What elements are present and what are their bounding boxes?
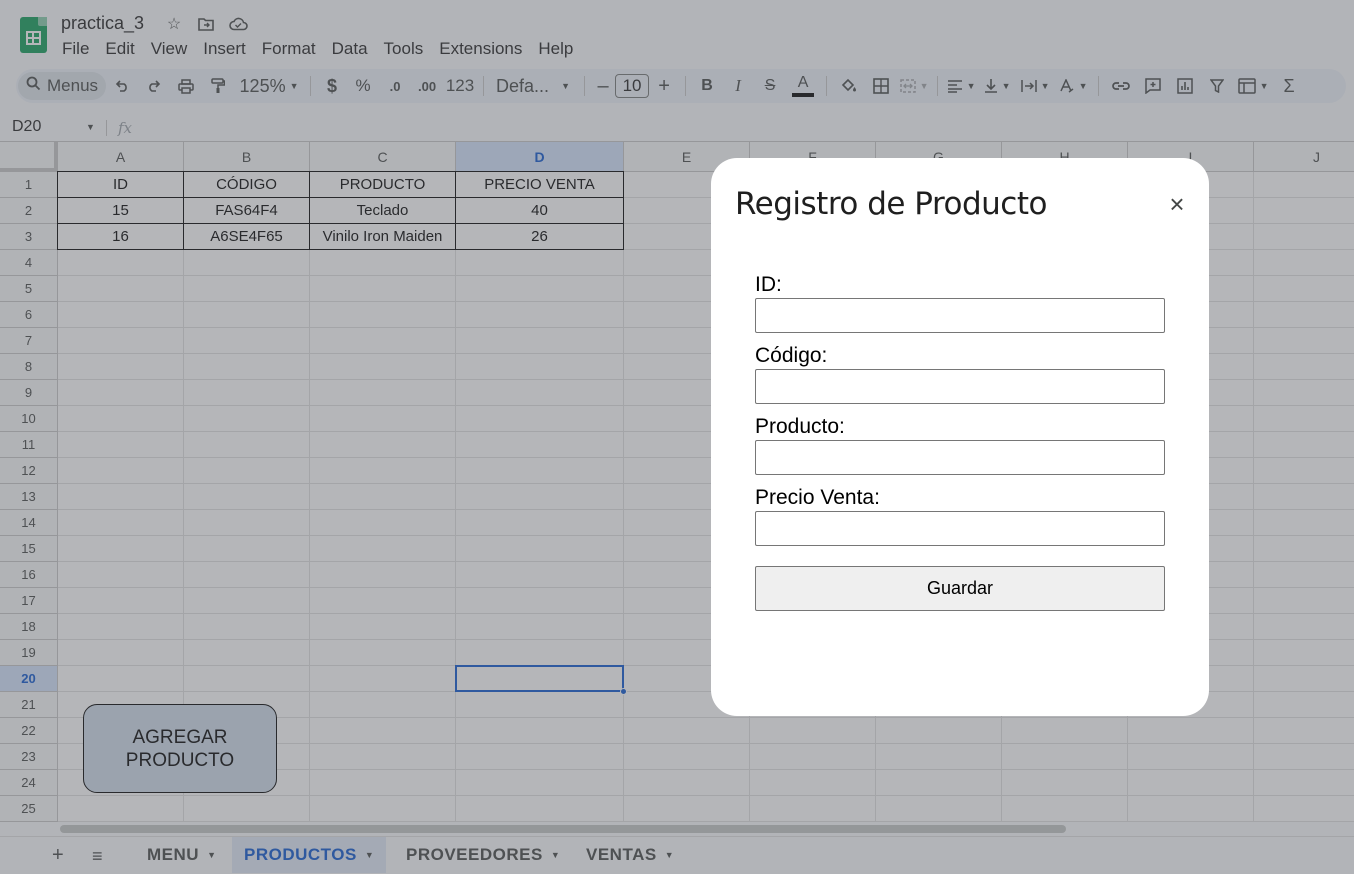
precio-venta-label: Precio Venta: — [755, 486, 880, 509]
producto-label: Producto: — [755, 415, 845, 438]
close-icon[interactable]: × — [1163, 189, 1191, 219]
codigo-field[interactable] — [755, 369, 1165, 404]
product-registration-dialog: Registro de Producto × ID: Código: Produ… — [711, 158, 1209, 716]
id-field[interactable] — [755, 298, 1165, 333]
dialog-title: Registro de Producto — [735, 186, 1047, 222]
precio-venta-field[interactable] — [755, 511, 1165, 546]
id-label: ID: — [755, 273, 782, 296]
save-button[interactable]: Guardar — [755, 566, 1165, 611]
codigo-label: Código: — [755, 344, 828, 367]
producto-field[interactable] — [755, 440, 1165, 475]
